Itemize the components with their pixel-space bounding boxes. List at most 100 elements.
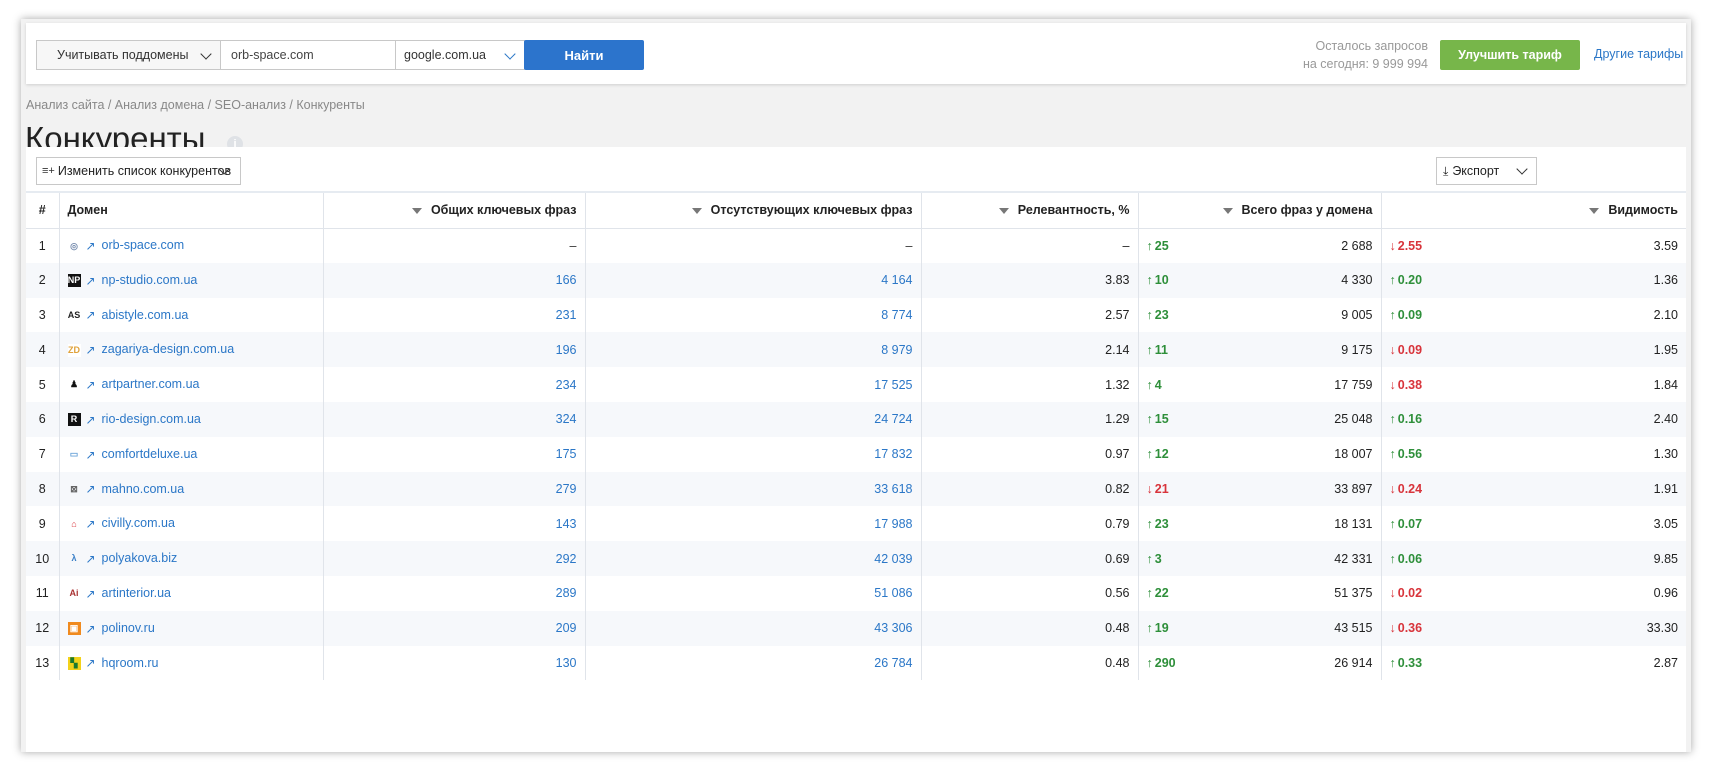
domain-link[interactable]: orb-space.com — [102, 238, 185, 252]
domain-link[interactable]: comfortdeluxe.ua — [102, 447, 198, 461]
external-link-icon[interactable]: ↗ — [86, 343, 98, 357]
col-header-total[interactable]: Всего фраз у домена — [1137, 191, 1381, 229]
total-phrases-cell: ↑ 23 9 005 — [1137, 297, 1381, 333]
domain-cell: ⌂ ↗ civilly.com.ua — [58, 506, 323, 542]
external-link-icon[interactable]: ↗ — [86, 622, 98, 636]
total-phrases-delta: ↑ 22 — [1147, 586, 1169, 600]
domain-input[interactable]: orb-space.com — [220, 40, 396, 70]
arrow-up-icon: ↑ — [1389, 273, 1396, 288]
col-header-missing[interactable]: Отсутствующих ключевых фраз — [584, 191, 921, 229]
common-phrases-value[interactable]: 143 — [556, 517, 577, 531]
total-phrases-delta: ↑ 12 — [1147, 447, 1169, 461]
col-header-visibility[interactable]: Видимость — [1380, 191, 1686, 229]
visibility-delta-value: 0.02 — [1397, 586, 1423, 601]
domain-link[interactable]: abistyle.com.ua — [102, 308, 189, 322]
search-engine-select[interactable]: google.com.ua — [395, 40, 525, 70]
external-link-icon[interactable]: ↗ — [86, 378, 98, 392]
col-header-missing-label: Отсутствующих ключевых фраз — [710, 203, 913, 218]
relevance-cell: 0.48 — [920, 645, 1138, 681]
missing-phrases-value[interactable]: 17 988 — [874, 517, 912, 531]
common-phrases-value[interactable]: 279 — [556, 482, 577, 496]
col-header-num: # — [26, 191, 59, 229]
domain-link[interactable]: civilly.com.ua — [102, 516, 175, 530]
export-button[interactable]: ⤓ Экспорт — [1436, 157, 1537, 185]
common-phrases-value[interactable]: 175 — [556, 447, 577, 461]
table-row: 6 R ↗ rio-design.com.ua 324 24 724 1.29 ↑ 15 25 0… — [26, 401, 1686, 437]
total-phrases-value: 4 330 — [1341, 273, 1373, 288]
domain-link[interactable]: mahno.com.ua — [102, 482, 185, 496]
total-delta-value: 23 — [1154, 307, 1169, 322]
change-competitors-button[interactable]: ≡+ Изменить список конкурентов — [36, 157, 241, 185]
table-row: 13 ▚ ↗ hqroom.ru 130 26 784 0.48 ↑ 290 26 914 ↑ 0.3… — [26, 645, 1686, 681]
external-link-icon[interactable]: ↗ — [86, 308, 98, 322]
common-phrases-value[interactable]: 231 — [556, 308, 577, 322]
upgrade-plan-button[interactable]: Улучшить тариф — [1440, 40, 1580, 70]
col-header-common[interactable]: Общих ключевых фраз — [322, 191, 585, 229]
missing-phrases-value[interactable]: 26 784 — [874, 656, 912, 670]
domain-link[interactable]: artinterior.ua — [102, 586, 171, 600]
missing-phrases-value[interactable]: 17 832 — [874, 447, 912, 461]
visibility-value: 1.36 — [1653, 273, 1678, 288]
total-phrases-cell: ↑ 3 42 331 — [1137, 541, 1381, 576]
missing-phrases-value[interactable]: 43 306 — [874, 621, 912, 635]
hq-logo-icon: ▚ — [67, 656, 81, 670]
common-phrases-value[interactable]: 166 — [556, 273, 577, 287]
domain-link[interactable]: rio-design.com.ua — [102, 412, 201, 426]
col-header-domain[interactable]: Домен — [58, 191, 323, 229]
domain-cell: ▣ ↗ polinov.ru — [58, 610, 323, 646]
row-number: 7 — [38, 447, 46, 462]
domain-link[interactable]: zagariya-design.com.ua — [102, 342, 235, 356]
app-window: Учитывать поддомены orb-space.com google… — [21, 19, 1691, 752]
total-delta-value: 23 — [1154, 516, 1169, 531]
domain-link[interactable]: polinov.ru — [102, 621, 155, 635]
col-header-relevance-label: Релевантность, % — [1017, 203, 1130, 218]
missing-phrases-cell: 24 724 — [584, 401, 921, 437]
download-icon: ⤓ — [1443, 163, 1449, 178]
external-link-icon[interactable]: ↗ — [86, 239, 98, 253]
domain-link[interactable]: artpartner.com.ua — [102, 377, 200, 391]
common-phrases-value[interactable]: 196 — [556, 343, 577, 357]
competitors-table: # Домен Общих ключевых фраз Отсутствующи… — [26, 191, 1686, 681]
total-phrases-value: 51 375 — [1334, 586, 1373, 601]
missing-phrases-value[interactable]: 8 979 — [881, 343, 912, 357]
common-phrases-value[interactable]: 130 — [556, 656, 577, 670]
relevance-cell: 1.29 — [920, 401, 1138, 437]
external-link-icon[interactable]: ↗ — [86, 656, 98, 670]
external-link-icon[interactable]: ↗ — [86, 552, 98, 566]
total-delta-value: 10 — [1154, 273, 1169, 288]
arrow-up-icon: ↑ — [1146, 516, 1153, 531]
domain-link[interactable]: hqroom.ru — [102, 656, 159, 670]
external-link-icon[interactable]: ↗ — [86, 517, 98, 531]
external-link-icon[interactable]: ↗ — [86, 587, 98, 601]
common-phrases-value[interactable]: 289 — [556, 586, 577, 600]
other-plans-link[interactable]: Другие тарифы — [1594, 47, 1683, 61]
missing-phrases-value[interactable]: 33 618 — [874, 482, 912, 496]
missing-phrases-value[interactable]: 42 039 — [874, 552, 912, 566]
subdomain-select[interactable]: Учитывать поддомены — [36, 40, 221, 70]
visibility-delta-value: 0.16 — [1397, 412, 1423, 427]
external-link-icon[interactable]: ↗ — [86, 413, 98, 427]
missing-phrases-value[interactable]: 8 774 — [881, 308, 912, 322]
col-header-relevance[interactable]: Релевантность, % — [920, 191, 1138, 229]
common-phrases-value[interactable]: 209 — [556, 621, 577, 635]
common-phrases-value[interactable]: 292 — [556, 552, 577, 566]
relevance-cell: 1.32 — [920, 367, 1138, 402]
total-phrases-delta: ↑ 15 — [1147, 412, 1169, 426]
total-phrases-value: 9 175 — [1341, 342, 1373, 357]
find-button[interactable]: Найти — [524, 40, 644, 70]
relevance-cell: 3.83 — [920, 262, 1138, 298]
domain-link[interactable]: np-studio.com.ua — [102, 273, 198, 287]
arrow-up-icon: ↑ — [1389, 516, 1396, 531]
domain-link[interactable]: polyakova.biz — [102, 551, 178, 565]
missing-phrases-value[interactable]: 24 724 — [874, 412, 912, 426]
missing-phrases-value[interactable]: 51 086 — [874, 586, 912, 600]
missing-phrases-value[interactable]: 4 164 — [881, 273, 912, 287]
external-link-icon[interactable]: ↗ — [86, 448, 98, 462]
external-link-icon[interactable]: ↗ — [86, 274, 98, 288]
visibility-delta: ↓ 0.24 — [1390, 482, 1423, 496]
visibility-cell: ↓ 0.36 33.30 — [1380, 610, 1686, 646]
common-phrases-value[interactable]: 324 — [556, 412, 577, 426]
external-link-icon[interactable]: ↗ — [86, 482, 98, 496]
missing-phrases-value[interactable]: 17 525 — [874, 378, 912, 392]
common-phrases-value[interactable]: 234 — [556, 378, 577, 392]
